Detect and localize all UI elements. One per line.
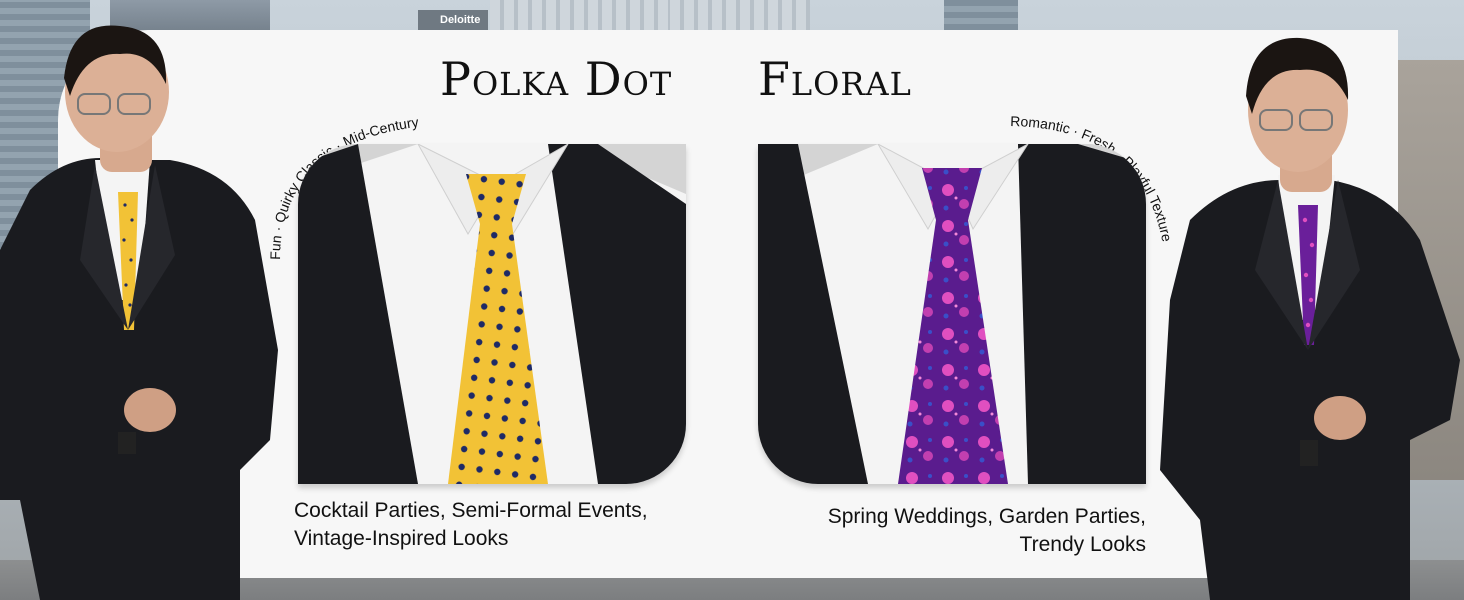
floral-occasions-line2: Trendy Looks — [1019, 533, 1146, 556]
building-sign: Deloitte — [440, 14, 481, 26]
model-purple-tie — [1160, 37, 1460, 600]
floral-occasions-line1: Spring Weddings, Garden Parties, — [827, 505, 1146, 528]
polka-dot-tie-photo — [298, 144, 686, 484]
polka-dot-occasions-line1: Cocktail Parties, Semi-Formal Events, — [294, 499, 648, 522]
floral-title: Floral — [758, 52, 912, 106]
polka-dot-occasions: Cocktail Parties, Semi-Formal Events, Vi… — [294, 497, 648, 553]
model-yellow-tie — [0, 25, 278, 600]
floral-occasions: Spring Weddings, Garden Parties, Trendy … — [806, 503, 1146, 559]
polka-dot-occasions-line2: Vintage-Inspired Looks — [294, 527, 509, 550]
floral-tie-photo — [758, 144, 1146, 484]
polka-dot-title: Polka Dot — [440, 52, 673, 106]
